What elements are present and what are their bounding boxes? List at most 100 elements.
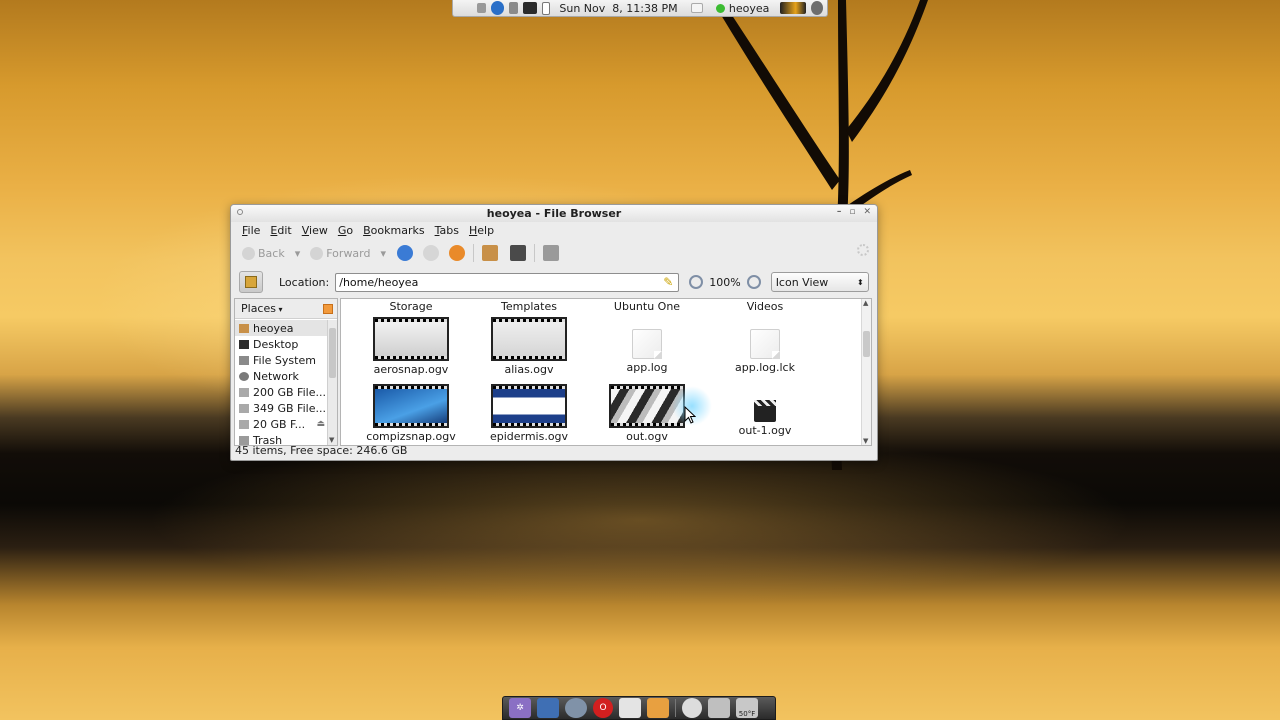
edit-location-toggle[interactable]	[239, 271, 263, 293]
file-item[interactable]: alias.ogv	[474, 317, 584, 376]
reload-icon[interactable]	[449, 245, 466, 261]
sidebar-item-desktop[interactable]: Desktop	[235, 336, 327, 352]
sidebar-item-label: Desktop	[253, 337, 299, 351]
video-thumbnail	[491, 384, 567, 428]
forward-history-dropdown[interactable]: ▾	[378, 245, 390, 262]
dock: ✲ O 50°F	[502, 696, 776, 720]
video-thumbnail	[491, 317, 567, 361]
home-icon[interactable]	[482, 245, 499, 261]
content-area: Places ▾ heoyea Desktop File System Network…	[234, 298, 874, 448]
forward-arrow-icon	[310, 246, 324, 260]
document-icon	[632, 329, 662, 359]
zoom-in-icon[interactable]	[746, 275, 761, 289]
sidebar-item-label: File System	[253, 353, 316, 367]
stop-icon[interactable]	[423, 245, 440, 261]
file-item[interactable]: app.log	[592, 317, 702, 374]
sidebar-item-file-system[interactable]: File System	[235, 352, 327, 368]
window-icon[interactable]	[477, 3, 486, 13]
dock-separator	[675, 699, 676, 717]
toolbar-separator	[534, 244, 536, 262]
home-icon	[239, 323, 249, 333]
iconview-scrollbar[interactable]: ▲ ▼	[861, 299, 871, 445]
places-title: Places	[241, 302, 276, 315]
scroll-up-arrow[interactable]: ▲	[863, 299, 868, 307]
clock-icon[interactable]	[682, 698, 702, 718]
terminal-icon[interactable]	[537, 698, 559, 718]
scroll-down-arrow[interactable]: ▼	[329, 436, 334, 444]
sidebar-item-label: heoyea	[253, 321, 294, 335]
web-browser-icon[interactable]	[565, 698, 587, 718]
speaker-icon[interactable]	[509, 2, 518, 14]
weather-icon[interactable]: 50°F	[736, 698, 758, 718]
back-history-dropdown[interactable]: ▾	[292, 245, 304, 262]
eject-icon[interactable]: ⏏	[316, 419, 325, 429]
clear-location-icon[interactable]: ✎	[663, 276, 675, 288]
menu-help[interactable]: Help	[464, 224, 499, 237]
menu-edit[interactable]: Edit	[265, 224, 296, 237]
places-list: heoyea Desktop File System Network 200 GB Fi…	[235, 320, 327, 448]
folder-item[interactable]: Videos	[710, 300, 820, 313]
pencil-icon	[245, 276, 257, 288]
file-item[interactable]: app.log.lck	[710, 317, 820, 374]
back-button[interactable]: Back	[239, 245, 288, 262]
sidebar-item-20-gb-f[interactable]: 20 GB F... ⏏	[235, 416, 327, 432]
places-scrollbar[interactable]: ▼	[327, 320, 337, 445]
mouse-cursor-icon	[684, 406, 696, 424]
find-icon[interactable]	[543, 245, 560, 261]
folder-item[interactable]: Templates	[474, 300, 584, 313]
location-input[interactable]	[335, 272, 680, 292]
zoom-out-icon[interactable]	[689, 275, 704, 289]
close-button[interactable]: ✕	[863, 207, 871, 217]
sidebar-item-349-gb-file[interactable]: 349 GB File...	[235, 400, 327, 416]
close-sidebar-button[interactable]	[323, 303, 333, 314]
file-item[interactable]: compizsnap.ogv	[356, 384, 466, 443]
minimize-button[interactable]: –	[837, 207, 842, 217]
go-up-icon[interactable]	[397, 245, 414, 261]
scroll-down-arrow[interactable]: ▼	[863, 437, 868, 445]
user-status[interactable]: heoyea	[715, 1, 770, 15]
sidebar-item-label: 20 GB F...	[253, 417, 306, 431]
file-item[interactable]: epidermis.ogv	[474, 384, 584, 443]
folder-item[interactable]: Ubuntu One	[592, 300, 702, 313]
settings-icon[interactable]: ✲	[509, 698, 531, 718]
hp-logo-icon[interactable]	[490, 1, 505, 15]
maximize-button[interactable]: ▫	[849, 207, 855, 217]
scrollbar-thumb[interactable]	[329, 328, 336, 378]
sidebar-item-label: 200 GB File...	[253, 385, 326, 399]
sidebar-item-network[interactable]: Network	[235, 368, 327, 384]
power-icon[interactable]	[811, 1, 824, 15]
menu-go[interactable]: Go	[333, 224, 358, 237]
clipboard-icon[interactable]	[541, 1, 551, 15]
forward-button[interactable]: Forward	[307, 245, 373, 262]
panel-username: heoyea	[728, 1, 770, 15]
folder-icon[interactable]	[619, 698, 641, 718]
computer-icon[interactable]	[510, 245, 527, 261]
video-file-icon	[754, 400, 776, 422]
menu-file[interactable]: File	[237, 224, 265, 237]
battery-icon[interactable]	[780, 2, 807, 14]
folder-item[interactable]: Storage	[356, 300, 466, 313]
sidebar-item-200-gb-file[interactable]: 200 GB File...	[235, 384, 327, 400]
video-thumbnail	[373, 317, 449, 361]
mail-icon[interactable]	[690, 3, 703, 13]
panel-clock[interactable]: Sun Nov 8, 11:38 PM	[559, 2, 677, 15]
view-mode-select[interactable]: Icon View ⬍	[770, 272, 869, 292]
places-header[interactable]: Places ▾	[235, 299, 337, 319]
menu-bookmarks[interactable]: Bookmarks	[358, 224, 429, 237]
sidebar-item-heoyea[interactable]: heoyea	[235, 320, 327, 336]
file-item[interactable]: out-1.ogv	[710, 384, 820, 437]
window-title: heoyea - File Browser	[486, 207, 622, 220]
window-titlebar[interactable]: heoyea - File Browser – ▫ ✕	[231, 205, 877, 222]
menu-view[interactable]: View	[297, 224, 333, 237]
drive-icon[interactable]	[708, 698, 730, 718]
menu-tabs[interactable]: Tabs	[430, 224, 464, 237]
network-icon	[239, 371, 249, 381]
scrollbar-thumb[interactable]	[863, 331, 870, 357]
sidebar-item-label: Network	[253, 369, 299, 383]
icon-view: ▲ ▼ Storage Templates Ubuntu One Videos aero…	[340, 298, 872, 446]
file-item[interactable]: aerosnap.ogv	[356, 317, 466, 376]
monitor-icon[interactable]	[522, 2, 537, 14]
opera-icon[interactable]: O	[593, 698, 613, 718]
package-icon[interactable]	[647, 698, 669, 718]
window-menu-icon[interactable]	[237, 209, 243, 215]
